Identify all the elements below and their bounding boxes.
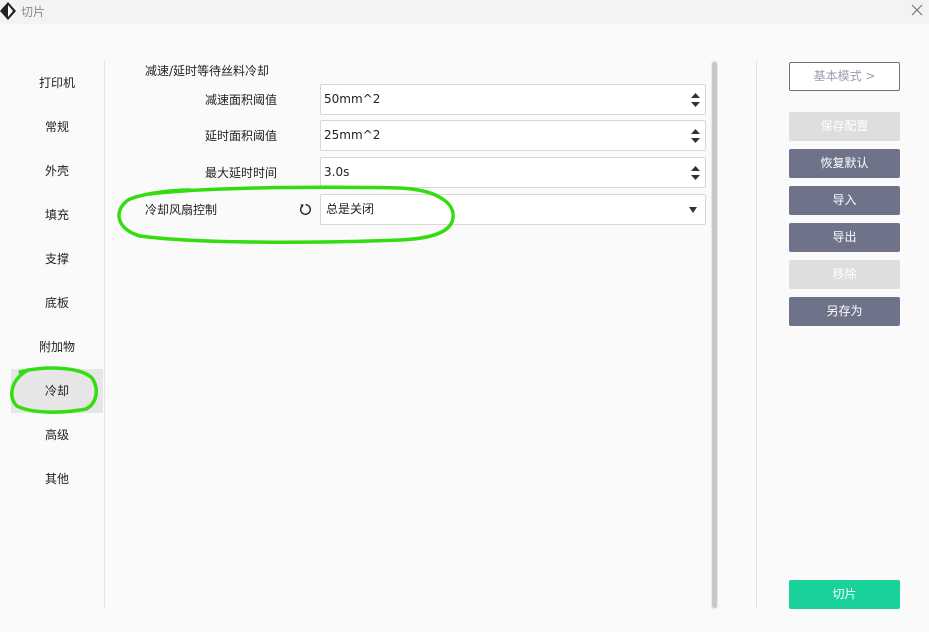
fan-control-dropdown[interactable]: 总是关闭	[320, 194, 706, 225]
setting-row-max-delay: 最大延时时间 3.0s	[105, 157, 712, 189]
max-delay-spinbox[interactable]: 3.0s	[320, 157, 706, 188]
setting-label: 最大延时时间	[205, 166, 278, 180]
category-sidebar: 打印机 常规 外壳 填充 支撑 底板 附加物 冷却 高级 其他	[0, 24, 104, 608]
export-button[interactable]: 导出	[789, 223, 900, 252]
spin-arrows-icon[interactable]	[691, 93, 700, 107]
chevron-down-icon	[689, 207, 697, 213]
spin-arrows-icon[interactable]	[691, 129, 700, 143]
sidebar-item-base[interactable]: 底板	[11, 281, 103, 325]
setting-row-slowdown-area: 减速面积阈值 50mm^2	[105, 84, 712, 116]
setting-label: 减速面积阈值	[205, 93, 278, 107]
setting-label: 延时面积阈值	[205, 129, 278, 143]
sidebar-item-support[interactable]: 支撑	[11, 237, 103, 281]
sidebar-item-shell[interactable]: 外壳	[11, 149, 103, 193]
basic-mode-button[interactable]: 基本模式 >	[789, 62, 900, 91]
spin-arrows-icon[interactable]	[691, 166, 700, 180]
setting-row-fan-control: 冷却风扇控制 总是关闭	[105, 194, 712, 226]
spinbox-value: 3.0s	[324, 165, 350, 179]
title-bar: 切片	[0, 0, 929, 24]
scrollbar-thumb[interactable]	[712, 62, 717, 608]
sidebar-item-advanced[interactable]: 高级	[11, 413, 103, 457]
main-panel: 打印机 常规 外壳 填充 支撑 底板 附加物 冷却 高级 其他 减速/延时等待丝…	[0, 24, 929, 632]
sidebar-item-infill[interactable]: 填充	[11, 193, 103, 237]
remove-button[interactable]: 移除	[789, 260, 900, 289]
setting-row-delay-area: 延时面积阈值 25mm^2	[105, 120, 712, 152]
sidebar-item-other[interactable]: 其他	[11, 457, 103, 501]
sidebar-item-printer[interactable]: 打印机	[11, 61, 103, 105]
setting-label: 冷却风扇控制	[145, 203, 218, 217]
delay-area-spinbox[interactable]: 25mm^2	[320, 120, 706, 151]
actions-divider	[756, 60, 757, 608]
slowdown-area-spinbox[interactable]: 50mm^2	[320, 84, 706, 115]
reset-icon[interactable]	[299, 203, 312, 216]
spinbox-value: 50mm^2	[324, 92, 381, 106]
sidebar-item-cooling[interactable]: 冷却	[11, 369, 103, 413]
section-title: 减速/延时等待丝料冷却	[145, 64, 270, 78]
sidebar-item-general[interactable]: 常规	[11, 105, 103, 149]
restore-default-button[interactable]: 恢复默认	[789, 149, 900, 178]
spinbox-value: 25mm^2	[324, 128, 381, 142]
save-config-button[interactable]: 保存配置	[789, 112, 900, 141]
save-as-button[interactable]: 另存为	[789, 297, 900, 326]
window-title: 切片	[21, 5, 46, 19]
import-button[interactable]: 导入	[789, 186, 900, 215]
close-icon[interactable]	[908, 1, 926, 19]
sidebar-item-additions[interactable]: 附加物	[11, 325, 103, 369]
dropdown-value: 总是关闭	[326, 202, 375, 216]
settings-panel: 减速/延时等待丝料冷却 减速面积阈值 50mm^2 延时面积阈值 25mm^2 …	[105, 24, 712, 614]
slice-button[interactable]: 切片	[789, 580, 900, 609]
app-logo-icon	[0, 2, 16, 20]
